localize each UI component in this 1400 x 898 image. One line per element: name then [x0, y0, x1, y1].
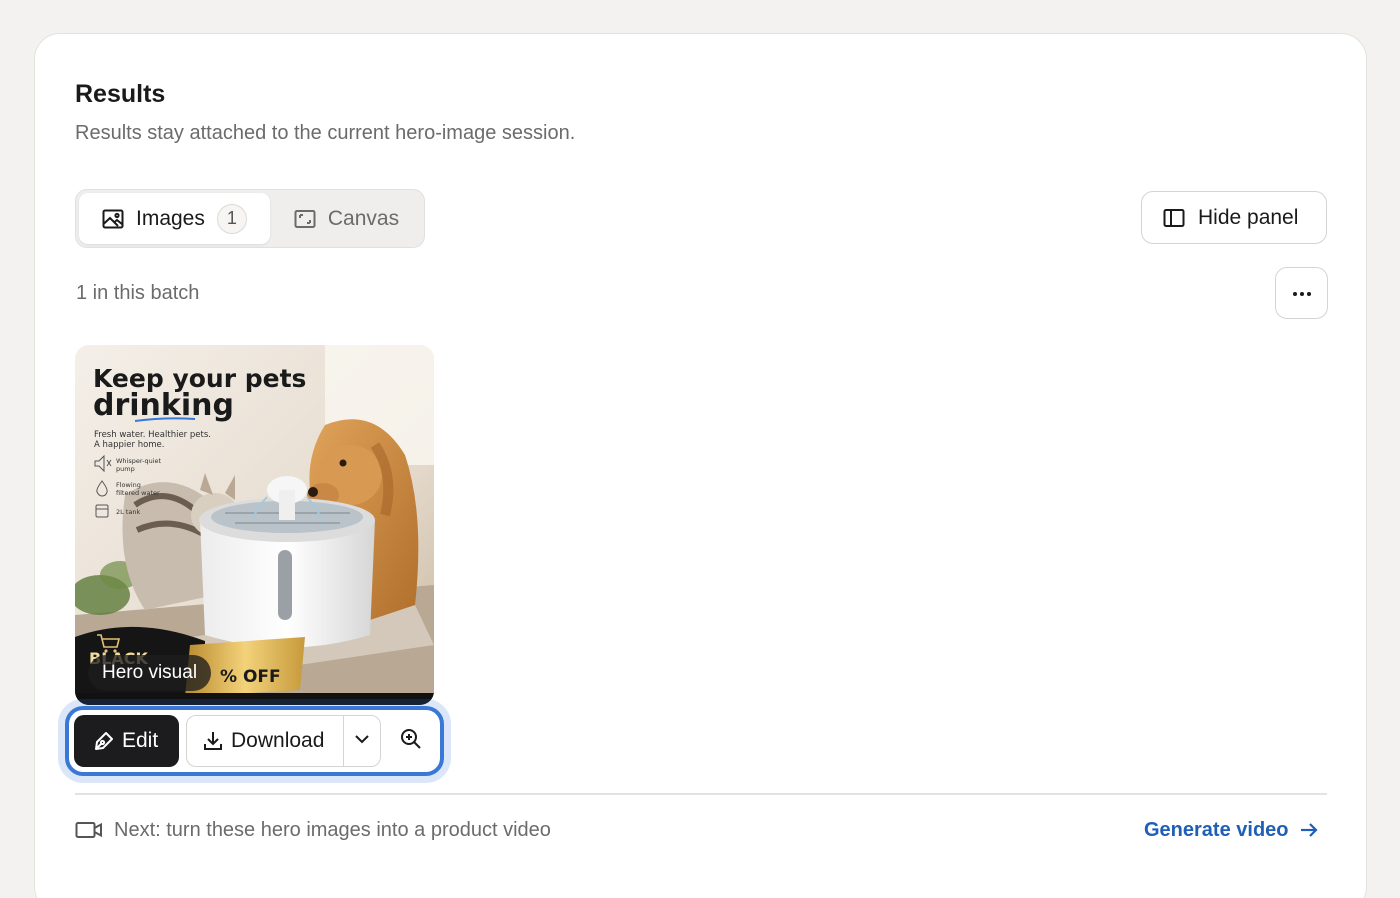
- hero-image-artwork: Keep your pets drinking Fresh water. Hea…: [75, 345, 434, 705]
- hero-tagline-line2: A happier home.: [94, 440, 165, 450]
- hide-panel-label: Hide panel: [1198, 205, 1299, 229]
- chevron-down-icon: [353, 730, 371, 753]
- pen-icon: [92, 729, 116, 753]
- view-tabs: Images 1 Canvas: [75, 189, 425, 248]
- tab-images[interactable]: Images 1: [79, 193, 270, 244]
- more-options-button[interactable]: [1275, 267, 1328, 319]
- next-step-text: Next: turn these hero images into a prod…: [114, 818, 551, 841]
- feature-3-line1: 2L tank: [116, 508, 140, 516]
- results-card: Results Results stay attached to the cur…: [34, 33, 1367, 898]
- hero-tagline-line1: Fresh water. Healthier pets.: [94, 430, 211, 440]
- generate-video-label: Generate video: [1144, 818, 1289, 841]
- results-subtitle: Results stay attached to the current her…: [75, 122, 576, 144]
- video-camera-icon: [75, 818, 103, 842]
- next-step-hint: Next: turn these hero images into a prod…: [75, 818, 551, 842]
- tab-images-label: Images: [136, 206, 205, 230]
- download-options-button[interactable]: [344, 716, 380, 766]
- section-divider: [75, 793, 1327, 795]
- zoom-button[interactable]: [393, 722, 429, 760]
- hero-visual-label: Hero visual: [88, 655, 212, 691]
- hero-image-thumbnail[interactable]: Keep your pets drinking Fresh water. Hea…: [75, 345, 434, 705]
- images-count-badge: 1: [216, 203, 247, 234]
- hide-panel-button[interactable]: Hide panel: [1141, 191, 1327, 244]
- zoom-in-icon: [399, 727, 423, 756]
- badge-off: % OFF: [220, 667, 281, 687]
- download-label: Download: [231, 729, 325, 752]
- tab-canvas[interactable]: Canvas: [272, 193, 421, 244]
- feature-2-line2: filtered water: [116, 489, 160, 497]
- feature-1-line2: pump: [116, 465, 135, 473]
- batch-count: 1 in this batch: [76, 282, 200, 304]
- canvas-icon: [292, 206, 318, 232]
- edit-button[interactable]: Edit: [74, 715, 179, 767]
- tab-canvas-label: Canvas: [327, 206, 400, 230]
- feature-2-line1: Flowing: [116, 481, 141, 489]
- download-icon: [201, 729, 225, 753]
- panel-icon: [1162, 205, 1188, 231]
- more-horizontal-icon: [1292, 284, 1312, 302]
- arrow-right-icon: [1297, 818, 1321, 842]
- image-icon: [100, 206, 126, 232]
- results-title: Results: [75, 80, 166, 108]
- edit-label: Edit: [122, 729, 159, 752]
- feature-1-line1: Whisper-quiet: [116, 457, 162, 465]
- download-split-button: Download: [186, 715, 381, 767]
- download-button[interactable]: Download: [187, 716, 344, 766]
- generate-video-link[interactable]: Generate video: [1144, 818, 1321, 842]
